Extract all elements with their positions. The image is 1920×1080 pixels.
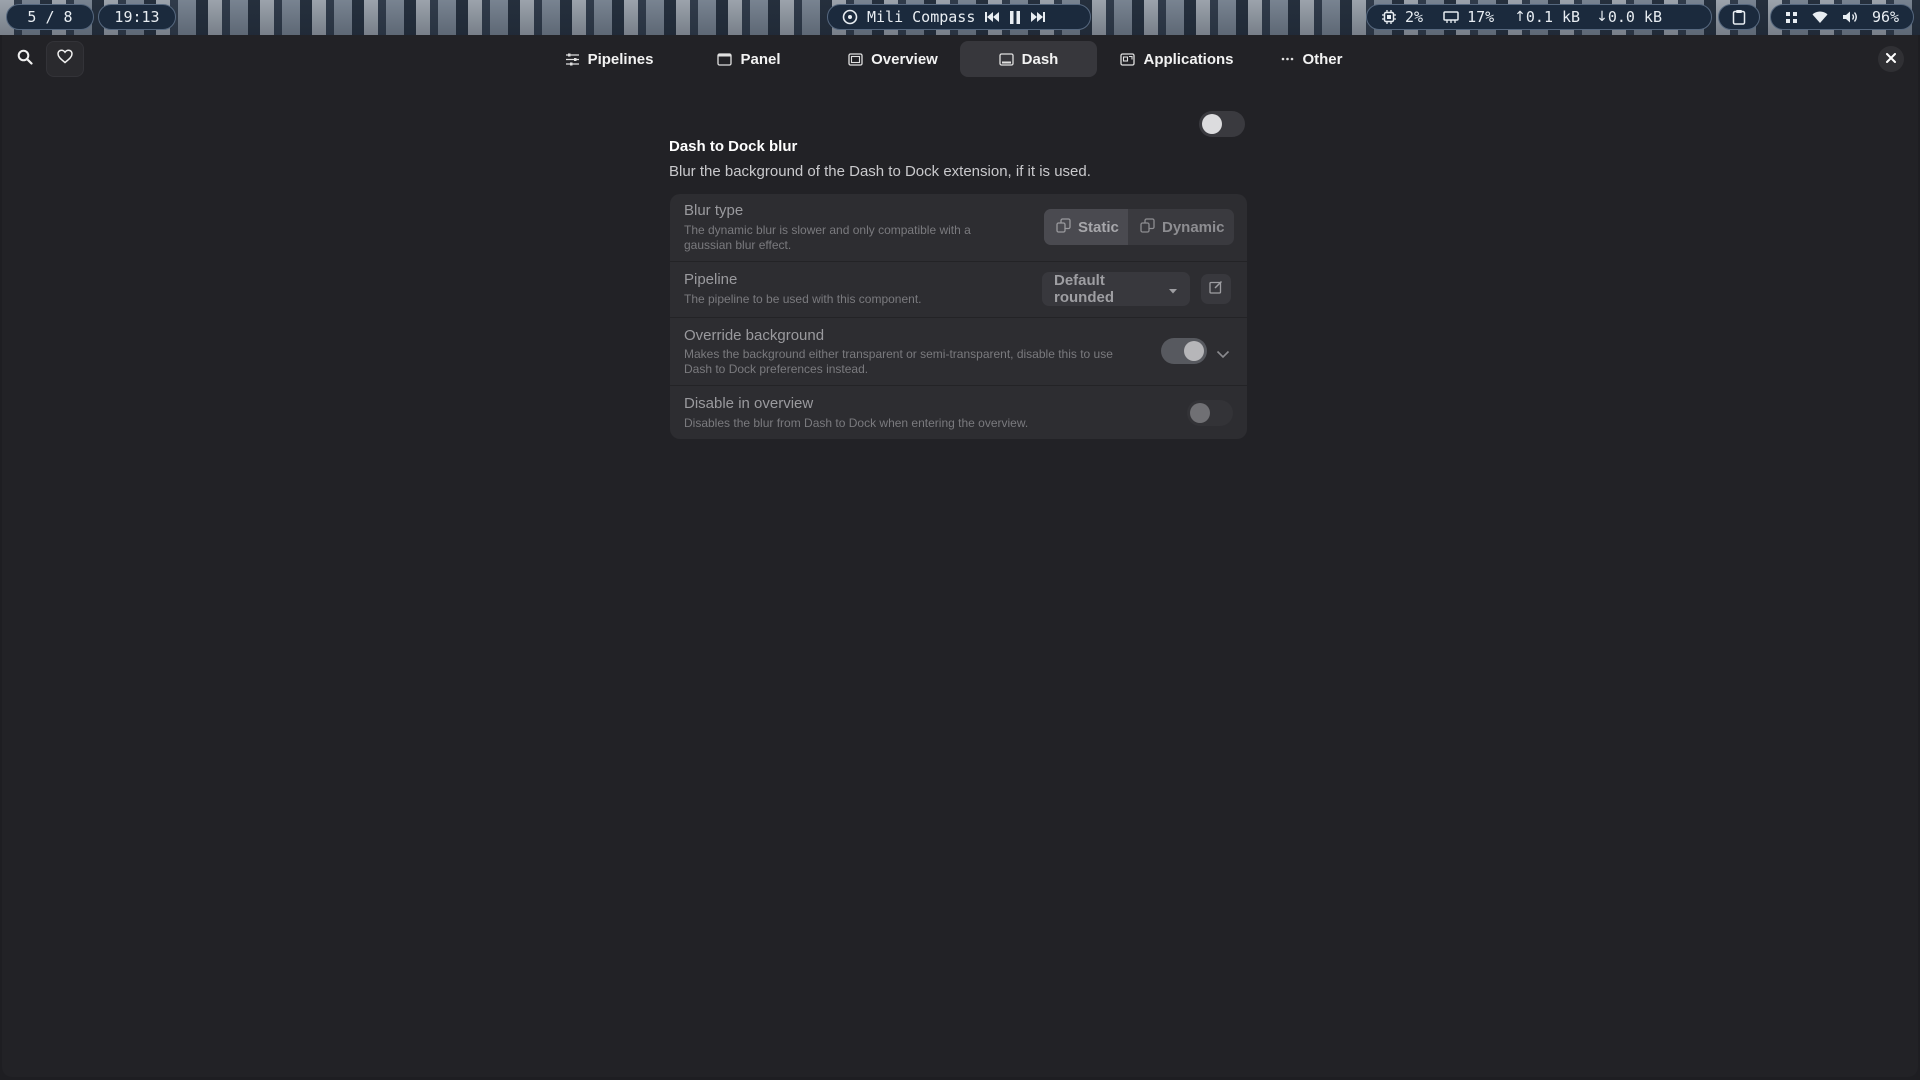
pipeline-row: Pipeline The pipeline to be used with th…	[670, 262, 1247, 317]
tab-dash[interactable]: Dash	[960, 41, 1097, 77]
tab-label: Pipelines	[587, 50, 654, 68]
tab-applications[interactable]: Applications	[1102, 41, 1252, 77]
override-background-switch[interactable]	[1161, 338, 1207, 364]
clipboard-button[interactable]	[1718, 4, 1760, 30]
dash-icon	[999, 52, 1014, 66]
group-description: Blur the background of the Dash to Dock …	[669, 163, 1091, 180]
settings-window: Pipelines Panel Overview Dash Applicatio…	[2, 35, 1918, 1077]
next-track-icon[interactable]	[1030, 11, 1046, 23]
clock-label: 19:13	[114, 8, 160, 26]
blur-type-row: Blur type The dynamic blur is slower and…	[670, 194, 1247, 261]
battery-level: 96%	[1872, 8, 1900, 26]
tab-label: Dash	[1021, 50, 1059, 68]
cpu-icon	[1381, 9, 1397, 25]
tab-label: Other	[1302, 50, 1343, 68]
wifi-icon	[1812, 11, 1828, 24]
workspace-indicator[interactable]: 5 / 8	[6, 4, 94, 30]
tab-bar: Pipelines Panel Overview Dash Applicatio…	[2, 41, 1918, 77]
settings-list: Blur type The dynamic blur is slower and…	[670, 194, 1247, 439]
row-subtitle: Disables the blur from Dash to Dock when…	[684, 416, 1029, 430]
apps-icon	[1785, 11, 1798, 24]
row-title: Override background	[684, 327, 825, 344]
close-button[interactable]	[1878, 46, 1904, 72]
row-title: Disable in overview	[684, 395, 814, 412]
chevron-down-icon[interactable]	[1216, 346, 1230, 364]
blur-dynamic-icon	[1140, 217, 1155, 237]
cpu-usage: 2%	[1405, 8, 1424, 26]
dash-to-dock-blur-header: Dash to Dock blur Blur the background of…	[669, 138, 1245, 184]
row-subtitle-line: gaussian blur effect.	[684, 238, 792, 252]
tab-pipelines[interactable]: Pipelines	[549, 41, 669, 77]
dropdown-value: Default rounded	[1054, 272, 1114, 306]
tab-overview[interactable]: Overview	[828, 41, 958, 77]
option-label: Static	[1078, 218, 1119, 236]
close-icon	[1886, 50, 1896, 68]
memory-icon	[1443, 10, 1459, 24]
upload-icon: ↑	[1514, 9, 1526, 25]
tab-other[interactable]: Other	[1266, 41, 1358, 77]
media-player[interactable]: Mili Compass	[827, 4, 1091, 30]
download-icon: ↓	[1596, 9, 1608, 25]
top-bar: 5 / 8 19:13 Mili Compass 2% 17% ↑ 0.1 kB…	[0, 0, 1920, 35]
overview-icon	[848, 52, 863, 66]
group-title: Dash to Dock blur	[669, 138, 798, 155]
pause-icon[interactable]	[1009, 10, 1021, 24]
dropdown-arrow-icon	[1168, 281, 1178, 298]
row-title: Pipeline	[684, 271, 738, 288]
edit-pipeline-button[interactable]	[1201, 274, 1231, 304]
workspace-label: 5 / 8	[27, 8, 73, 26]
system-stats[interactable]: 2% 17% ↑ 0.1 kB ↓ 0.0 kB	[1366, 4, 1712, 30]
blur-type-dynamic-button[interactable]: Dynamic	[1128, 209, 1234, 245]
switch-knob	[1184, 341, 1204, 361]
media-title: Mili Compass	[867, 8, 976, 26]
clock[interactable]: 19:13	[98, 4, 176, 30]
row-subtitle: Makes the background either transparent …	[684, 347, 1113, 377]
dash-to-dock-blur-switch[interactable]	[1199, 111, 1245, 137]
blur-type-selector: Static Dynamic	[1044, 209, 1234, 245]
clipboard-icon	[1732, 9, 1746, 25]
disc-icon	[842, 9, 858, 25]
option-label: Dynamic	[1162, 218, 1225, 236]
memory-usage: 17%	[1467, 8, 1495, 26]
row-subtitle-line: Dash to Dock preferences instead.	[684, 362, 869, 376]
download-rate: 0.0 kB	[1607, 8, 1662, 26]
system-tray[interactable]: 96%	[1770, 4, 1914, 30]
upload-rate: 0.1 kB	[1525, 8, 1581, 26]
override-background-row: Override background Makes the background…	[670, 318, 1247, 385]
row-title: Blur type	[684, 202, 744, 219]
blur-type-static-button[interactable]: Static	[1044, 209, 1128, 245]
pipeline-dropdown[interactable]: Default rounded	[1042, 272, 1190, 306]
header-bar: Pipelines Panel Overview Dash Applicatio…	[2, 35, 1918, 81]
row-subtitle: The pipeline to be used with this compon…	[684, 292, 922, 306]
tab-label: Panel	[740, 50, 781, 68]
panel-icon	[717, 52, 733, 66]
sliders-icon	[565, 53, 580, 66]
more-icon	[1281, 57, 1294, 61]
switch-knob	[1190, 403, 1210, 423]
volume-icon	[1842, 10, 1858, 24]
switch-knob	[1202, 114, 1222, 134]
tab-panel[interactable]: Panel	[702, 41, 796, 77]
row-subtitle-line: Makes the background either transparent …	[684, 347, 1113, 361]
disable-in-overview-switch[interactable]	[1187, 400, 1233, 426]
disable-in-overview-row: Disable in overview Disables the blur fr…	[670, 386, 1247, 439]
row-subtitle: The dynamic blur is slower and only comp…	[684, 223, 971, 253]
tab-label: Overview	[871, 50, 938, 68]
previous-track-icon[interactable]	[984, 11, 1000, 23]
edit-icon	[1209, 280, 1223, 299]
row-subtitle-line: The dynamic blur is slower and only comp…	[684, 223, 971, 237]
blur-static-icon	[1056, 217, 1071, 237]
tab-label: Applications	[1143, 50, 1234, 68]
applications-icon	[1120, 52, 1136, 66]
